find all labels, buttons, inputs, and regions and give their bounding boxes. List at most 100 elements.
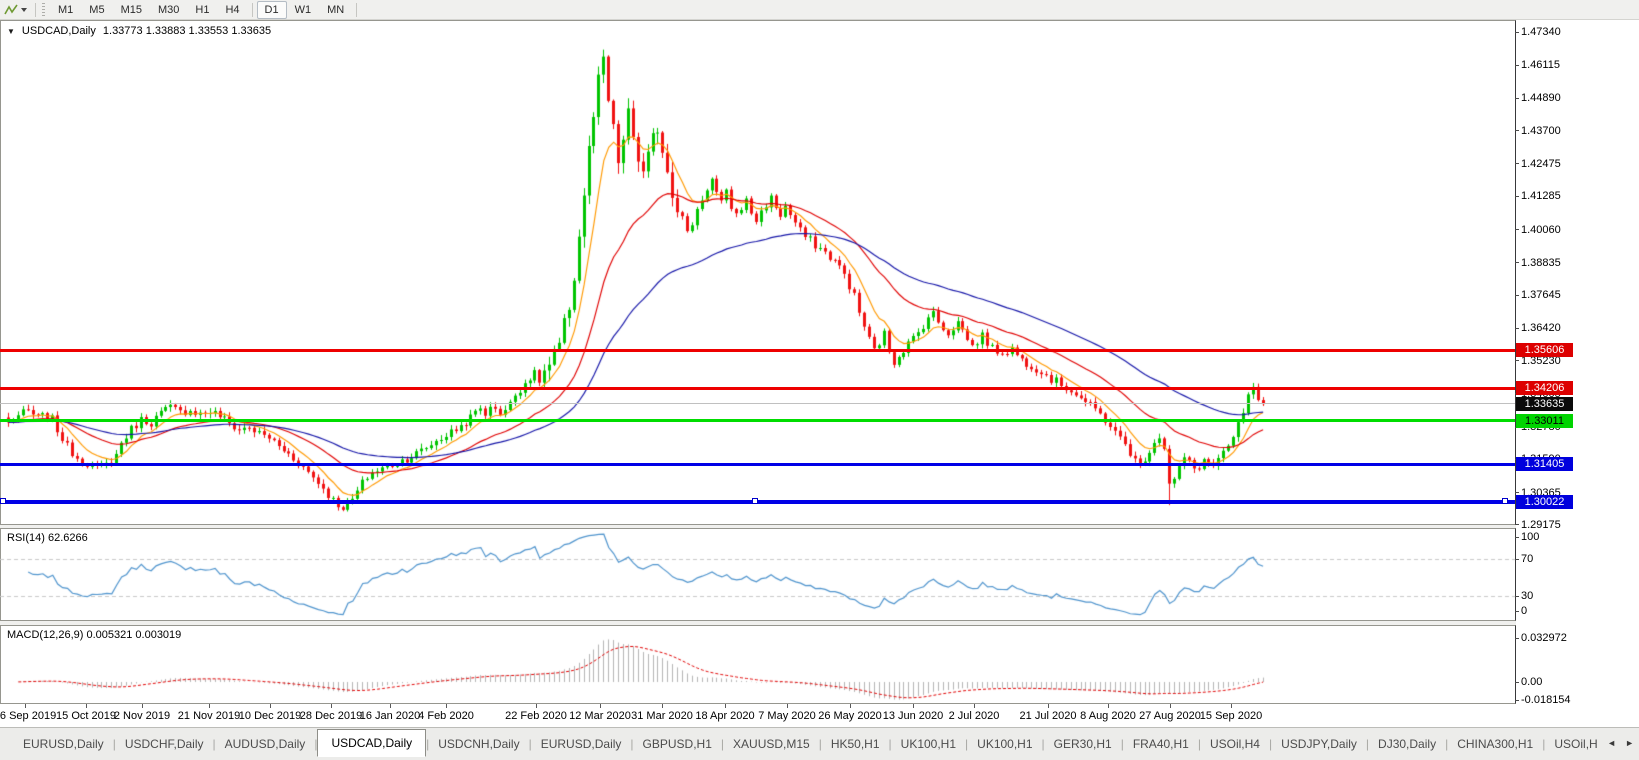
macd-axis-label: 0.00 (1521, 676, 1543, 688)
date-axis-label: 31 Mar 2020 (631, 710, 693, 722)
price-axis-label: 1.42475 (1521, 157, 1561, 170)
price-level-badge: 1.31405 (1516, 457, 1573, 472)
timeframe-button-d1[interactable]: D1 (256, 0, 287, 19)
date-axis-label: 21 Jul 2020 (1019, 710, 1077, 722)
rsi-axis-label: 100 (1521, 531, 1540, 543)
resistance-line[interactable] (0, 348, 1515, 352)
date-axis-label: 21 Nov 2019 (177, 710, 241, 722)
date-axis-tick (1048, 704, 1049, 708)
price-level-badge: 1.30022 (1516, 494, 1573, 509)
date-axis[interactable]: 26 Sep 2019 15 Oct 2019 2 Nov 2019 21 Nov 2… (0, 704, 1639, 727)
date-axis-label: 27 Aug 2020 (1139, 710, 1201, 722)
collapse-triangle-icon[interactable]: ▼ (7, 27, 15, 36)
chart-tab-hk50-h1[interactable]: HK50,H1 (822, 733, 889, 755)
macd-axis-tick (1515, 700, 1519, 701)
date-axis-tick (787, 704, 788, 708)
chart-tab-usdchf-daily[interactable]: USDCHF,Daily (116, 733, 213, 755)
current-price-line[interactable] (0, 403, 1515, 405)
date-axis-label: 16 Jan 2020 (359, 710, 421, 722)
price-axis-tick (1515, 294, 1519, 296)
chart-tab-dj30-daily[interactable]: DJ30,Daily (1369, 733, 1445, 755)
chart-tab-usdcad-daily[interactable]: USDCAD,Daily (317, 729, 427, 757)
toolbar-grip-handle[interactable] (42, 3, 45, 16)
timeframe-button-h1[interactable]: H1 (187, 1, 217, 19)
price-level-badge: 1.35606 (1516, 343, 1573, 358)
price-axis-tick (1515, 195, 1519, 197)
timeframe-button-w1[interactable]: W1 (287, 1, 320, 19)
zigzag-icon (4, 4, 18, 14)
price-axis-tick (1515, 31, 1519, 33)
chart-tab-eurusd-daily[interactable]: EURUSD,Daily (532, 733, 631, 755)
price-axis-label: 1.38835 (1521, 256, 1561, 269)
chart-tab-usdjpy-daily[interactable]: USDJPY,Daily (1272, 733, 1366, 755)
chart-tab-usoil-h[interactable]: USOil,H (1545, 733, 1606, 755)
price-axis-tick (1515, 229, 1519, 230)
rsi-axis-tick (1515, 537, 1519, 538)
date-axis-tick (600, 704, 601, 708)
chart-tab-uk100-h1[interactable]: UK100,H1 (968, 733, 1041, 755)
pointer-tool-icon[interactable] (2, 3, 20, 17)
date-axis-tick (270, 704, 271, 708)
date-axis-tick (142, 704, 143, 708)
chart-tab-ger30-h1[interactable]: GER30,H1 (1045, 733, 1121, 755)
timeframe-toolbar: M1 M5 M15 M30 H1 H4 D1 W1 MN (0, 0, 1639, 20)
timeframe-button-mn[interactable]: MN (319, 1, 352, 19)
line-selection-handle[interactable] (0, 497, 6, 504)
price-level-badge: 1.33011 (1516, 413, 1573, 428)
chart-tab-usoil-h4[interactable]: USOil,H4 (1201, 733, 1269, 755)
price-axis-tick (1515, 163, 1519, 165)
chart-tab-audusd-daily[interactable]: AUDUSD,Daily (216, 733, 315, 755)
date-axis-label: 13 Jun 2020 (882, 710, 944, 722)
date-axis-label: 15 Oct 2019 (56, 710, 116, 722)
trading-terminal-window: M1 M5 M15 M30 H1 H4 D1 W1 MN ▼ USDCAD,Daily 1.33… (0, 0, 1639, 760)
price-axis-label: 1.29175 (1521, 518, 1561, 531)
timeframe-button-m5[interactable]: M5 (81, 1, 112, 19)
support-line[interactable] (0, 419, 1515, 423)
chart-tab-fra40-h1[interactable]: FRA40,H1 (1124, 733, 1198, 755)
rsi-axis-label: 0 (1521, 605, 1528, 617)
panel-resize-separator[interactable] (0, 621, 1516, 625)
chart-tab-uk100-h1[interactable]: UK100,H1 (892, 733, 965, 755)
tab-scroll-left-icon[interactable]: ◄ (1607, 738, 1616, 748)
chart-tab-eurusd-daily[interactable]: EURUSD,Daily (14, 733, 113, 755)
date-axis-tick (1231, 704, 1232, 708)
dropdown-caret-icon[interactable] (21, 7, 27, 12)
price-level-badge: 1.34206 (1516, 381, 1573, 396)
date-axis-tick (913, 704, 914, 708)
timeframe-button-m15[interactable]: M15 (113, 1, 150, 19)
price-axis-tick (1515, 327, 1519, 329)
date-axis-tick (974, 704, 975, 708)
price-axis-tick (1515, 492, 1519, 494)
chart-tab-xauusd-m15[interactable]: XAUUSD,M15 (724, 733, 819, 755)
timeframe-button-m1[interactable]: M1 (50, 1, 81, 19)
line-selection-handle[interactable] (752, 497, 758, 504)
panel-resize-separator[interactable] (0, 525, 1516, 528)
rsi-axis-tick (1515, 611, 1519, 612)
chart-tab-gbpusd-h1[interactable]: GBPUSD,H1 (634, 733, 721, 755)
timeframe-button-h4[interactable]: H4 (217, 1, 247, 19)
date-axis-label: 2 Jul 2020 (948, 710, 1000, 722)
timeframe-buttons: M1 M5 M15 M30 H1 H4 D1 W1 MN (50, 0, 352, 19)
price-axis-label: 1.41285 (1521, 190, 1561, 203)
rsi-canvas[interactable] (0, 529, 1515, 620)
date-axis-label: 4 Feb 2020 (418, 710, 474, 722)
timeframe-button-m30[interactable]: M30 (150, 1, 187, 19)
tab-scroll-right-icon[interactable]: ► (1625, 738, 1634, 748)
date-axis-tick (1170, 704, 1171, 708)
line-selection-handle[interactable] (1502, 497, 1508, 504)
date-axis-label: 18 Apr 2020 (695, 710, 755, 722)
macd-axis-tick (1515, 682, 1519, 683)
macd-axis-tick (1515, 638, 1519, 639)
chart-tab-usdcnh-daily[interactable]: USDCNH,Daily (429, 733, 528, 755)
candlestick-canvas[interactable] (0, 21, 1515, 524)
resistance-line[interactable] (0, 386, 1515, 390)
chart-symbol-label: USDCAD,Daily (21, 25, 96, 37)
price-axis-label: 1.36420 (1521, 322, 1561, 335)
rsi-axis-label: 70 (1521, 553, 1534, 565)
macd-canvas[interactable] (0, 626, 1515, 703)
date-axis-tick (390, 704, 391, 708)
support-line[interactable] (0, 462, 1515, 466)
date-axis-tick (1108, 704, 1109, 708)
rsi-indicator-label: RSI(14) 62.6266 (7, 532, 88, 544)
chart-tab-china300-h1[interactable]: CHINA300,H1 (1448, 733, 1542, 755)
